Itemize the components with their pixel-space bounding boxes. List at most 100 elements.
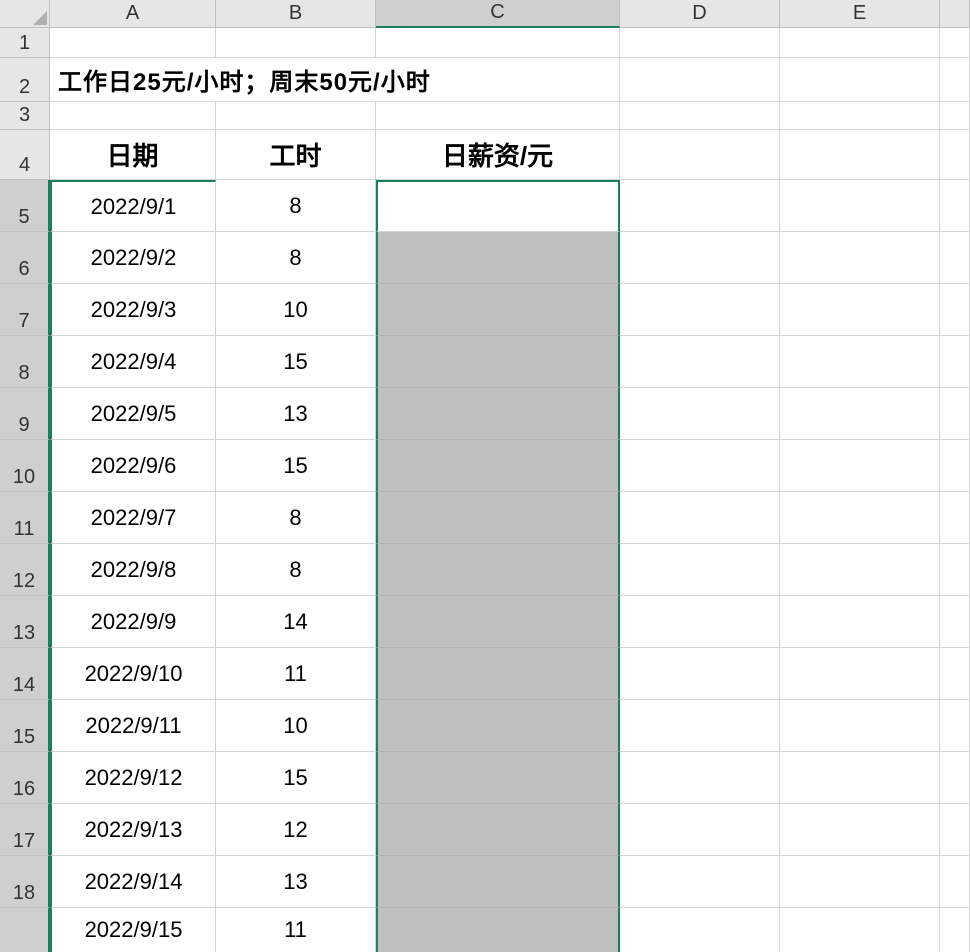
- cell-C1[interactable]: [376, 28, 620, 58]
- cell-D6[interactable]: [620, 232, 780, 284]
- cell-B12[interactable]: 8: [216, 544, 376, 596]
- cell-A17[interactable]: 2022/9/13: [50, 804, 216, 856]
- cell-D18[interactable]: [620, 856, 780, 908]
- cell-D8[interactable]: [620, 336, 780, 388]
- cell-C4-header[interactable]: 日薪资/元: [376, 130, 620, 180]
- row-header-18[interactable]: 18: [0, 856, 50, 908]
- cell-D7[interactable]: [620, 284, 780, 336]
- row-header-3[interactable]: 3: [0, 102, 50, 130]
- cell-D1[interactable]: [620, 28, 780, 58]
- cell-B5[interactable]: 8: [216, 180, 376, 232]
- cell-C3[interactable]: [376, 102, 620, 130]
- row-header-9[interactable]: 9: [0, 388, 50, 440]
- cell-C17[interactable]: [376, 804, 620, 856]
- cell-E1[interactable]: [780, 28, 940, 58]
- row-header-5[interactable]: 5: [0, 180, 50, 232]
- col-header-B[interactable]: B: [216, 0, 376, 28]
- cell-D5[interactable]: [620, 180, 780, 232]
- cell-A19[interactable]: 2022/9/15: [50, 908, 216, 952]
- cell-E19[interactable]: [780, 908, 940, 952]
- cell-E2[interactable]: [780, 58, 940, 102]
- cell-A6[interactable]: 2022/9/2: [50, 232, 216, 284]
- cell-D19[interactable]: [620, 908, 780, 952]
- row-header-2[interactable]: 2: [0, 58, 50, 102]
- select-all-corner[interactable]: [0, 0, 50, 28]
- cell-C19[interactable]: [376, 908, 620, 952]
- cell-C16[interactable]: [376, 752, 620, 804]
- cell-A3[interactable]: [50, 102, 216, 130]
- cell-D11[interactable]: [620, 492, 780, 544]
- row-header-11[interactable]: 11: [0, 492, 50, 544]
- cell-E4[interactable]: [780, 130, 940, 180]
- row-header-15[interactable]: 15: [0, 700, 50, 752]
- cell-A2-description[interactable]: 工作日25元/小时；周末50元/小时: [50, 58, 620, 102]
- cell-E6[interactable]: [780, 232, 940, 284]
- cell-B14[interactable]: 11: [216, 648, 376, 700]
- cell-D4[interactable]: [620, 130, 780, 180]
- cell-A13[interactable]: 2022/9/9: [50, 596, 216, 648]
- cell-A8[interactable]: 2022/9/4: [50, 336, 216, 388]
- cell-B9[interactable]: 13: [216, 388, 376, 440]
- cell-D15[interactable]: [620, 700, 780, 752]
- cell-E11[interactable]: [780, 492, 940, 544]
- cell-D17[interactable]: [620, 804, 780, 856]
- cell-C6[interactable]: [376, 232, 620, 284]
- cell-A14[interactable]: 2022/9/10: [50, 648, 216, 700]
- cell-B18[interactable]: 13: [216, 856, 376, 908]
- row-header-14[interactable]: 14: [0, 648, 50, 700]
- cell-E17[interactable]: [780, 804, 940, 856]
- row-header-6[interactable]: 6: [0, 232, 50, 284]
- cell-B4-header[interactable]: 工时: [216, 130, 376, 180]
- cell-C12[interactable]: [376, 544, 620, 596]
- cell-E8[interactable]: [780, 336, 940, 388]
- cell-A9[interactable]: 2022/9/5: [50, 388, 216, 440]
- cell-E18[interactable]: [780, 856, 940, 908]
- cell-C15[interactable]: [376, 700, 620, 752]
- cell-B1[interactable]: [216, 28, 376, 58]
- row-header-17[interactable]: 17: [0, 804, 50, 856]
- row-header-4[interactable]: 4: [0, 130, 50, 180]
- cell-A10[interactable]: 2022/9/6: [50, 440, 216, 492]
- cell-A16[interactable]: 2022/9/12: [50, 752, 216, 804]
- cell-E10[interactable]: [780, 440, 940, 492]
- col-header-C[interactable]: C: [376, 0, 620, 28]
- cell-E7[interactable]: [780, 284, 940, 336]
- row-header-8[interactable]: 8: [0, 336, 50, 388]
- cell-E5[interactable]: [780, 180, 940, 232]
- row-header-1[interactable]: 1: [0, 28, 50, 58]
- cell-B10[interactable]: 15: [216, 440, 376, 492]
- cell-B13[interactable]: 14: [216, 596, 376, 648]
- cell-B17[interactable]: 12: [216, 804, 376, 856]
- cell-C7[interactable]: [376, 284, 620, 336]
- cell-B11[interactable]: 8: [216, 492, 376, 544]
- spreadsheet-grid[interactable]: A B C D E 1 2 工作日25元/小时；周末50元/小时 3 4 日期 …: [0, 0, 970, 952]
- cell-A18[interactable]: 2022/9/14: [50, 856, 216, 908]
- cell-E3[interactable]: [780, 102, 940, 130]
- cell-C18[interactable]: [376, 856, 620, 908]
- cell-E9[interactable]: [780, 388, 940, 440]
- cell-A11[interactable]: 2022/9/7: [50, 492, 216, 544]
- cell-D2[interactable]: [620, 58, 780, 102]
- cell-E12[interactable]: [780, 544, 940, 596]
- cell-C13[interactable]: [376, 596, 620, 648]
- row-header-12[interactable]: 12: [0, 544, 50, 596]
- cell-B16[interactable]: 15: [216, 752, 376, 804]
- cell-D16[interactable]: [620, 752, 780, 804]
- cell-C8[interactable]: [376, 336, 620, 388]
- col-header-A[interactable]: A: [50, 0, 216, 28]
- col-header-E[interactable]: E: [780, 0, 940, 28]
- col-header-D[interactable]: D: [620, 0, 780, 28]
- cell-D9[interactable]: [620, 388, 780, 440]
- cell-D13[interactable]: [620, 596, 780, 648]
- cell-B19[interactable]: 11: [216, 908, 376, 952]
- cell-B3[interactable]: [216, 102, 376, 130]
- cell-D12[interactable]: [620, 544, 780, 596]
- row-header-16[interactable]: 16: [0, 752, 50, 804]
- cell-C14[interactable]: [376, 648, 620, 700]
- cell-E15[interactable]: [780, 700, 940, 752]
- cell-D14[interactable]: [620, 648, 780, 700]
- cell-A7[interactable]: 2022/9/3: [50, 284, 216, 336]
- cell-C5-active[interactable]: [376, 180, 620, 232]
- cell-A12[interactable]: 2022/9/8: [50, 544, 216, 596]
- cell-B6[interactable]: 8: [216, 232, 376, 284]
